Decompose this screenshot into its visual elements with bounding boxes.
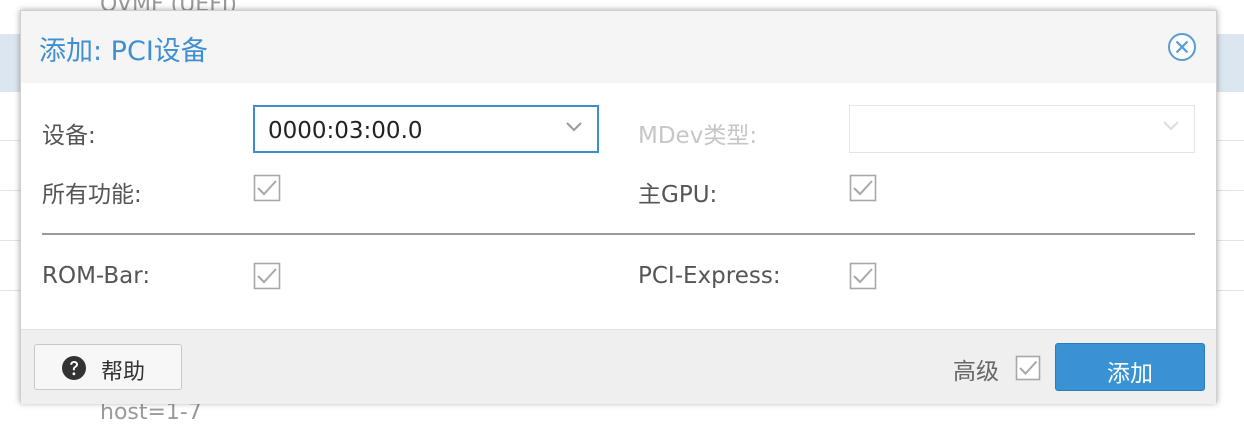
- help-label: 帮助: [101, 360, 146, 385]
- chevron-down-icon[interactable]: [565, 121, 583, 133]
- dialog-title: 添加: PCI设备: [39, 36, 208, 67]
- all-functions-checkbox[interactable]: [253, 174, 281, 202]
- rom-bar-label: ROM-Bar:: [42, 263, 151, 289]
- advanced-checkbox[interactable]: [1015, 355, 1041, 381]
- primary-gpu-checkbox[interactable]: [849, 174, 877, 202]
- pci-express-checkbox[interactable]: [849, 262, 877, 290]
- dialog-header: 添加: PCI设备: [21, 11, 1216, 83]
- close-icon[interactable]: [1167, 32, 1197, 62]
- advanced-label: 高级: [953, 359, 999, 385]
- all-functions-label: 所有功能:: [42, 182, 142, 208]
- add-pci-device-dialog: 添加: PCI设备 设备: 0000:03:00.0 MDev类型: 所有功能:…: [20, 10, 1217, 404]
- pci-express-label: PCI-Express:: [638, 263, 781, 289]
- mdev-type-label: MDev类型:: [638, 123, 758, 149]
- help-button[interactable]: 帮助: [34, 344, 182, 390]
- chevron-down-icon[interactable]: [1162, 120, 1180, 132]
- add-button[interactable]: 添加: [1055, 343, 1205, 391]
- primary-gpu-label: 主GPU:: [638, 182, 718, 208]
- mdev-type-combobox[interactable]: [849, 105, 1195, 153]
- rom-bar-checkbox[interactable]: [253, 262, 281, 290]
- question-circle-icon: [62, 356, 86, 380]
- dialog-footer: 帮助 高级 添加: [21, 329, 1216, 404]
- advanced-separator: [42, 233, 1195, 235]
- add-button-label: 添加: [1107, 361, 1153, 387]
- device-combobox[interactable]: 0000:03:00.0: [253, 105, 599, 153]
- device-label: 设备:: [42, 123, 96, 149]
- device-value: 0000:03:00.0: [268, 118, 423, 144]
